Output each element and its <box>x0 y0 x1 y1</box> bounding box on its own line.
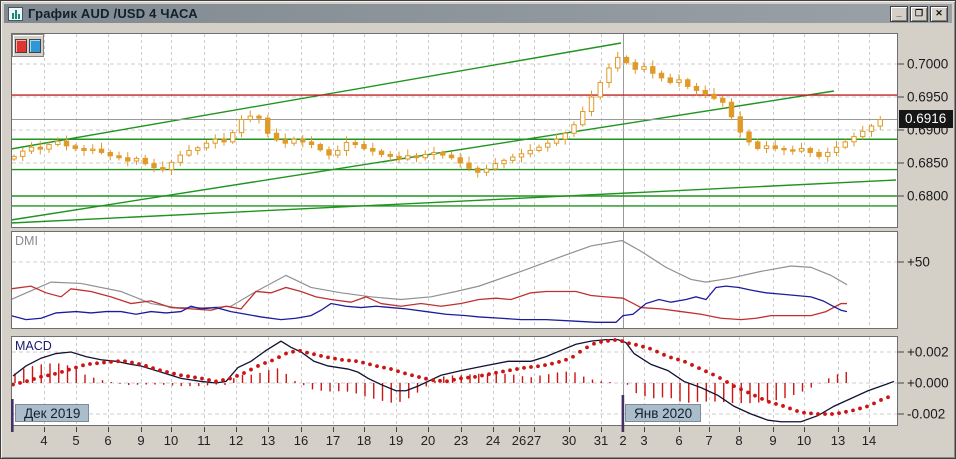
day-label: 17 <box>326 433 340 448</box>
minimize-button[interactable]: _ <box>890 6 908 22</box>
day-label: 30 <box>562 433 576 448</box>
day-label: 31 <box>594 433 608 448</box>
day-label: 23 <box>454 433 468 448</box>
red-series-toggle-button[interactable] <box>15 39 27 53</box>
svg-text:0.6800: 0.6800 <box>907 189 948 204</box>
day-label: 13 <box>831 433 845 448</box>
day-label: 2 <box>619 433 626 448</box>
day-label: 13 <box>261 433 275 448</box>
day-label: 11 <box>197 433 211 448</box>
day-label: 16 <box>294 433 308 448</box>
dmi-axis-labels: +50 <box>898 255 930 270</box>
title-bar: График AUD /USD 4 ЧАСА _ ❐ ✕ <box>4 4 952 23</box>
day-label: 26 <box>512 433 526 448</box>
month-marker-dec <box>11 399 14 432</box>
svg-text:+0.000: +0.000 <box>907 376 949 391</box>
day-label: 6 <box>104 433 111 448</box>
blue-series-toggle-button[interactable] <box>29 39 41 53</box>
day-label: 14 <box>862 433 876 448</box>
day-label: 20 <box>421 433 435 448</box>
window-title: График AUD /USD 4 ЧАСА <box>28 6 198 21</box>
day-label: 12 <box>229 433 243 448</box>
dmi-panel-label: DMI <box>15 234 38 248</box>
month-marker-jan <box>622 395 625 432</box>
day-label: 27 <box>527 433 541 448</box>
svg-text:+50: +50 <box>907 255 930 270</box>
day-label: 3 <box>640 433 647 448</box>
svg-text:+0.002: +0.002 <box>907 345 949 360</box>
maximize-button[interactable]: ❐ <box>910 6 928 22</box>
day-label: 9 <box>137 433 144 448</box>
chart-toolbar <box>12 34 44 57</box>
current-price-badge: 0.6916 <box>899 110 953 128</box>
day-label: 7 <box>705 433 712 448</box>
day-label: 24 <box>486 433 500 448</box>
svg-text:-0.002: -0.002 <box>907 407 945 422</box>
macd-panel-label: MACD <box>15 339 52 353</box>
window-chart-icon <box>8 7 23 21</box>
time-axis: 4 5 6 9 10 11 12 13 16 17 18 19 20 23 24 2627 30 31 23 6 7 8 9… <box>40 427 876 448</box>
macd-axis-labels: +0.002 +0.000 -0.002 <box>898 345 949 422</box>
month-label-jan-2020: Янв 2020 <box>625 404 701 422</box>
day-label: 10 <box>164 433 178 448</box>
svg-text:0.6950: 0.6950 <box>907 90 948 105</box>
close-button[interactable]: ✕ <box>930 6 948 22</box>
svg-text:0.6850: 0.6850 <box>907 156 948 171</box>
day-label: 9 <box>769 433 776 448</box>
day-label: 19 <box>389 433 403 448</box>
day-label: 10 <box>797 433 811 448</box>
month-label-dec-2019: Дек 2019 <box>15 404 89 422</box>
svg-text:0.7000: 0.7000 <box>907 57 948 72</box>
day-label: 5 <box>72 433 79 448</box>
day-label: 6 <box>675 433 682 448</box>
chart-canvas[interactable]: 4 5 6 9 10 11 12 13 16 17 18 19 20 23 24 2627 30 31 23 6 7 8 9… <box>1 23 956 459</box>
day-label: 18 <box>357 433 371 448</box>
app-window: График AUD /USD 4 ЧАСА _ ❐ ✕ 4 5 6 9 10 11 12 1… <box>0 0 956 459</box>
day-label: 4 <box>40 433 47 448</box>
day-label: 8 <box>735 433 742 448</box>
price-axis-labels: 0.70000.69500.69000.68500.6800 <box>898 57 948 204</box>
